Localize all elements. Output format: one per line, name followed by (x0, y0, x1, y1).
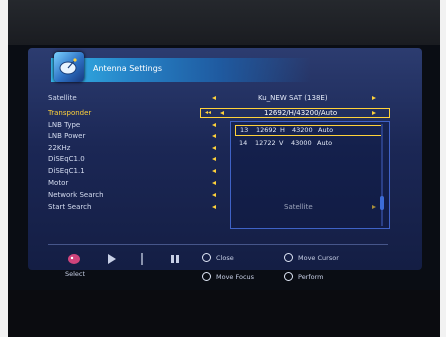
screen-top-area (8, 0, 440, 45)
arrow-left-icon[interactable] (212, 181, 216, 185)
menu-item-label: LNB Type (48, 121, 81, 129)
tp-number: 14 (239, 139, 248, 147)
menu-item-label: Motor (48, 179, 69, 187)
arrow-left-icon[interactable] (212, 123, 216, 127)
tp-fec: Auto (318, 126, 334, 134)
transponder-value: 12692/H/43200/Auto (264, 109, 338, 117)
move-cursor-label: Move Cursor (298, 254, 339, 262)
tp-frequency: 12692 (256, 126, 277, 134)
menu-item-label: DiSEqC1.0 (48, 155, 85, 163)
menu-item-lnb-type[interactable]: LNB Type (48, 120, 188, 130)
select-label: Select (65, 270, 86, 278)
satellite-dish-icon (54, 52, 84, 82)
menu-item-label: Transponder (48, 109, 92, 117)
list-item[interactable]: 14 12722 V 43000 Auto (235, 138, 383, 149)
scrollbar-track[interactable] (381, 124, 383, 226)
screen-bottom-area (8, 290, 440, 337)
tp-number: 13 (240, 126, 249, 134)
list-item[interactable]: 13 12692 H 43200 Auto (235, 125, 383, 136)
arrow-left-icon[interactable] (212, 146, 216, 150)
tp-fec: Auto (317, 139, 333, 147)
move-cursor-key-icon (284, 253, 293, 262)
close-label: Close (216, 254, 234, 262)
menu-item-lnb-power[interactable]: LNB Power (48, 131, 188, 141)
list-icon (171, 255, 179, 263)
menu-item-start-search[interactable]: Start Search (48, 202, 188, 212)
divider (48, 244, 388, 245)
menu-item-network-search[interactable]: Network Search (48, 190, 188, 200)
menu-item-satellite[interactable]: Satellite (48, 93, 188, 103)
palette-icon (68, 254, 80, 264)
arrow-right-icon[interactable] (372, 96, 376, 100)
arrow-left-icon[interactable] (212, 169, 216, 173)
menu-item-label: Network Search (48, 191, 104, 199)
perform-label: Perform (298, 273, 324, 281)
menu-item-label: DiSEqC1.1 (48, 167, 85, 175)
play-icon (108, 254, 116, 264)
arrow-left-icon[interactable] (212, 96, 216, 100)
title-bar: Antenna Settings (51, 58, 311, 82)
fast-forward-icon: ◂◂ (205, 109, 212, 116)
arrow-left-icon[interactable] (212, 157, 216, 161)
menu-item-label: LNB Power (48, 132, 86, 140)
arrow-left-icon[interactable] (212, 134, 216, 138)
menu-item-diseqc10[interactable]: DiSEqC1.0 (48, 154, 188, 164)
menu-item-transponder[interactable]: Transponder (48, 108, 188, 118)
transponder-list[interactable]: 13 12692 H 43200 Auto 14 12722 V 43000 A… (230, 121, 390, 229)
tp-symbol-rate: 43000 (291, 139, 312, 147)
menu-item-diseqc11[interactable]: DiSEqC1.1 (48, 166, 188, 176)
menu-item-label: Start Search (48, 203, 92, 211)
menu-item-label: Satellite (48, 94, 77, 102)
tv-screen: Antenna Settings Satellite Transponder L… (8, 0, 440, 337)
arrow-left-icon[interactable] (212, 205, 216, 209)
tp-symbol-rate: 43200 (292, 126, 313, 134)
scrollbar-thumb[interactable] (380, 196, 384, 210)
bar-icon (141, 253, 143, 265)
arrow-left-icon[interactable] (212, 193, 216, 197)
menu-item-22khz[interactable]: 22KHz (48, 143, 188, 153)
tp-polarization: V (279, 139, 284, 147)
close-key-icon (202, 253, 211, 262)
perform-key-icon (284, 272, 293, 281)
window-title: Antenna Settings (93, 64, 162, 73)
move-focus-label: Move Focus (216, 273, 255, 281)
move-focus-key-icon (202, 272, 211, 281)
satellite-value: Ku_NEW SAT (138E) (258, 94, 328, 102)
menu-item-label: 22KHz (48, 144, 71, 152)
menu-item-motor[interactable]: Motor (48, 178, 188, 188)
tp-frequency: 12722 (255, 139, 276, 147)
tp-polarization: H (280, 126, 285, 134)
